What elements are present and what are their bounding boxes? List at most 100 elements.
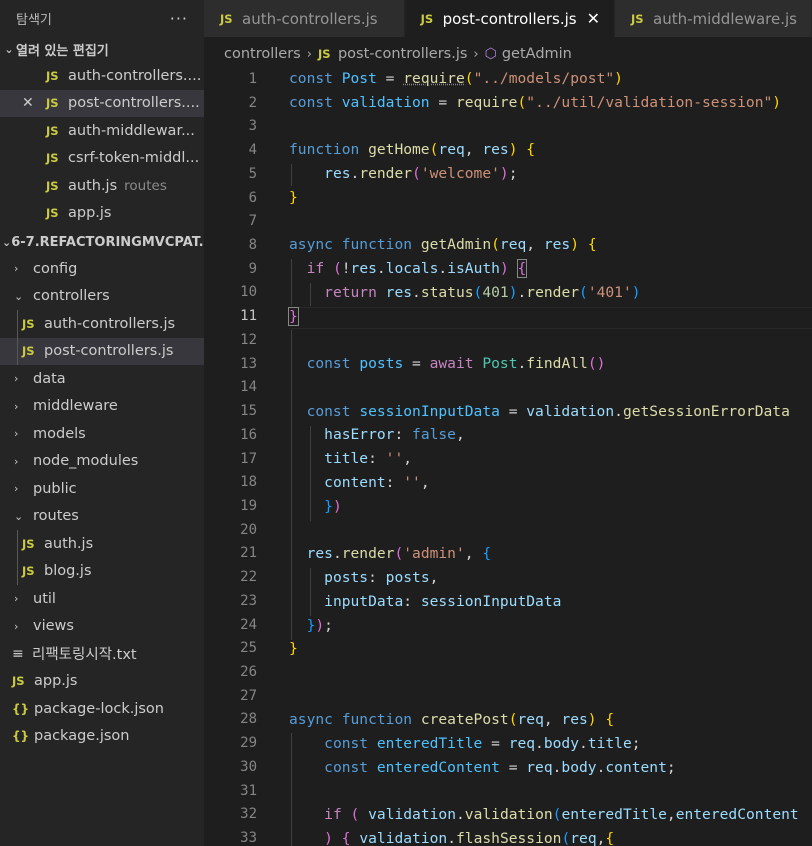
tab-auth-controllers[interactable]: JS auth-controllers.js (204, 0, 405, 37)
code-line: ) { validation.flashSession(req,{ (324, 830, 615, 846)
line-number: 2 (248, 94, 257, 111)
js-file-icon: JS (46, 178, 59, 193)
code-line: const validation = require("../util/vali… (289, 94, 782, 111)
tree-folder[interactable]: › util (0, 585, 204, 613)
line-number: 12 (240, 331, 257, 348)
tree-item-label: util (33, 590, 56, 607)
line-number: 3 (248, 118, 257, 135)
open-editor-item[interactable]: ✕ JS post-controllers.... (0, 89, 204, 117)
json-file-icon: {} (12, 701, 30, 716)
line-number: 11 (240, 308, 257, 325)
tree-item-label: public (33, 480, 77, 497)
js-file-icon: JS (46, 96, 59, 111)
chevron-right-icon: › (14, 592, 19, 606)
line-number: 1 (248, 71, 257, 87)
open-editor-item[interactable]: JS auth.js routes (0, 172, 204, 200)
js-file-icon: JS (631, 11, 644, 26)
line-number: 18 (240, 474, 257, 491)
code-editor[interactable]: 1 2 3 4 5 6 7 8 9 10 11 12 13 14 15 16 17 18 19 20 21 22 23 24 2… (204, 68, 812, 846)
tree-file[interactable]: JS blog.js (0, 557, 204, 585)
tree-file[interactable]: JS post-controllers.js (0, 337, 204, 365)
tree-item-label: config (33, 260, 78, 277)
code-line: async function createPost(req, res) { (289, 711, 615, 728)
tree-file[interactable]: JS auth.js (0, 530, 204, 558)
js-file-icon: JS (22, 564, 35, 579)
tab-auth-middleware[interactable]: JS auth-middleware.js (615, 0, 812, 37)
chevron-right-icon: › (14, 262, 19, 276)
code-line: res.render('welcome'); (324, 165, 518, 182)
chevron-down-icon: ⌄ (4, 42, 14, 56)
close-icon[interactable]: ✕ (587, 9, 600, 28)
tree-file[interactable]: ≡ 리팩토링시작.txt (0, 640, 204, 668)
js-file-icon: JS (22, 536, 35, 551)
open-editor-item[interactable]: JS auth-middlewar... (0, 117, 204, 145)
open-editor-label: auth.js (68, 177, 118, 194)
open-editor-item[interactable]: JS csrf-token-middl... (0, 145, 204, 173)
code-line: }); (306, 617, 333, 634)
tree-folder[interactable]: › views (0, 613, 204, 641)
breadcrumb-folder[interactable]: controllers (224, 46, 301, 62)
line-number: 4 (248, 142, 257, 159)
line-number: 7 (248, 213, 257, 230)
chevron-right-icon: › (14, 454, 19, 468)
project-title: 6-7.REFACTORINGMVCPAT... (11, 234, 204, 250)
tab-post-controllers[interactable]: JS post-controllers.js ✕ (404, 0, 615, 37)
line-number: 33 (240, 830, 257, 846)
tree-file[interactable]: JS app.js (0, 668, 204, 696)
line-number: 5 (248, 165, 257, 182)
code-line: return res.status(401).render('401') (324, 284, 641, 301)
chevron-down-icon: ⌄ (2, 235, 12, 249)
more-actions-icon[interactable]: ··· (170, 9, 188, 28)
open-editor-item[interactable]: JS app.js (0, 200, 204, 228)
project-section[interactable]: ⌄ 6-7.REFACTORINGMVCPAT... (0, 229, 204, 255)
code-line: const posts = await Post.findAll() (306, 355, 606, 372)
tree-folder[interactable]: › data (0, 365, 204, 393)
open-editor-hint: routes (124, 177, 167, 194)
open-editor-item[interactable]: JS auth-controllers.... (0, 62, 204, 90)
line-number: 31 (240, 782, 257, 799)
code-line: } (289, 189, 298, 206)
code-line: title: '', (324, 450, 413, 467)
tree-item-label: package.json (34, 728, 130, 745)
tree-folder[interactable]: › models (0, 420, 204, 448)
js-file-icon: JS (46, 206, 59, 221)
tree-item-label: controllers (33, 288, 110, 305)
js-file-icon: JS (46, 68, 59, 83)
tree-folder[interactable]: › node_modules (0, 448, 204, 476)
line-number: 17 (240, 450, 257, 467)
tree-folder[interactable]: › middleware (0, 393, 204, 421)
breadcrumb-file[interactable]: post-controllers.js (338, 46, 467, 62)
explorer-sidebar: 탐색기 ··· ⌄ 열려 있는 편집기 JS auth-controllers..… (0, 0, 204, 846)
tab-label: auth-middleware.js (653, 9, 797, 28)
tree-folder[interactable]: ⌄ controllers (0, 283, 204, 311)
json-file-icon: {} (12, 729, 30, 744)
code-line: }) (324, 498, 342, 515)
tree-file[interactable]: JS auth-controllers.js (0, 310, 204, 338)
line-number: 14 (240, 379, 257, 396)
method-cube-icon: ⬡ (484, 46, 497, 62)
tree-indent-guide (17, 557, 18, 585)
line-number: 28 (240, 711, 257, 728)
code-line: if (!res.locals.isAuth) { (306, 259, 528, 278)
line-number: 20 (240, 521, 257, 538)
tree-folder[interactable]: ⌄ routes (0, 503, 204, 531)
tab-label: auth-controllers.js (242, 9, 378, 28)
code-line: const enteredTitle = req.body.title; (324, 735, 641, 752)
tree-file[interactable]: {} package.json (0, 723, 204, 751)
tree-item-label: data (33, 370, 66, 387)
tree-folder[interactable]: › public (0, 475, 204, 503)
tree-item-label: 리팩토링시작.txt (32, 647, 137, 664)
line-number: 30 (240, 758, 257, 775)
chevron-right-icon: › (14, 399, 19, 413)
tree-folder[interactable]: › config (0, 255, 204, 283)
open-editors-section[interactable]: ⌄ 열려 있는 편집기 (0, 36, 204, 62)
tree-item-label: auth-controllers.js (44, 315, 176, 332)
chevron-right-icon: › (306, 46, 312, 62)
breadcrumb-symbol[interactable]: getAdmin (502, 46, 572, 62)
code-line: inputData: sessionInputData (324, 593, 562, 610)
tree-file[interactable]: {} package-lock.json (0, 695, 204, 723)
tree-item-label: models (33, 425, 86, 442)
code-line: if ( validation.validation(enteredTitle,… (324, 806, 799, 823)
close-icon[interactable]: ✕ (22, 95, 34, 111)
line-number: 27 (240, 687, 257, 704)
